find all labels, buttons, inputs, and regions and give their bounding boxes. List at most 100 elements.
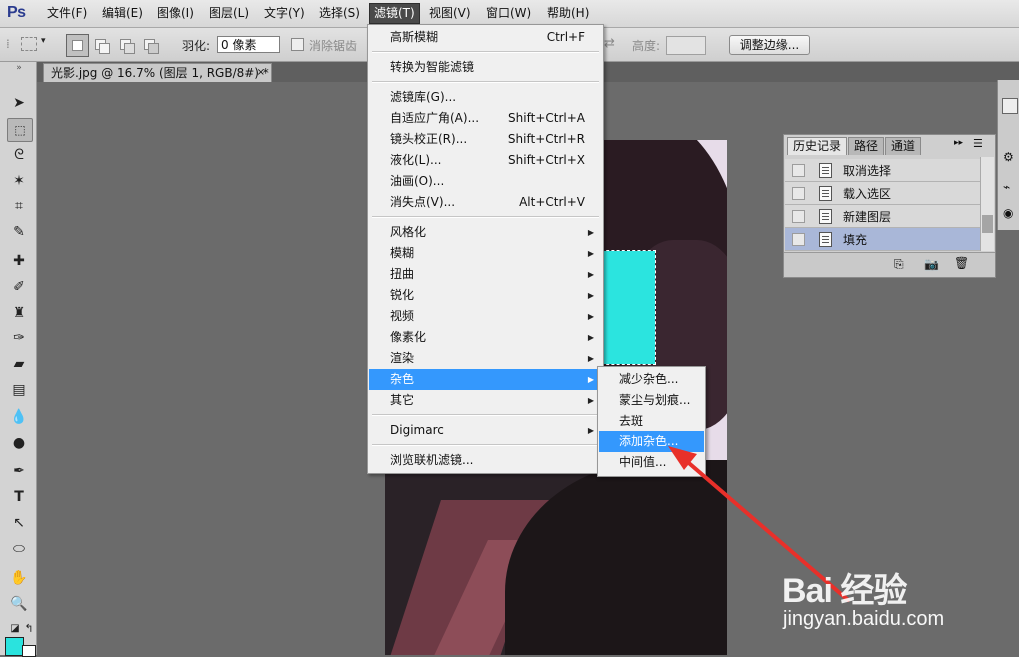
blur-tool-icon[interactable]: 💧 (7, 406, 31, 428)
history-snapshot-checkbox[interactable] (792, 164, 805, 177)
filter-distort[interactable]: 扭曲 ▶ (369, 264, 602, 285)
filter-last-gaussian-blur[interactable]: 高斯模糊 Ctrl+F (369, 27, 602, 48)
filter-video[interactable]: 视频 ▶ (369, 306, 602, 327)
filter-adaptive-wide-angle[interactable]: 自适应广角(A)... Shift+Ctrl+A (369, 108, 602, 129)
trash-icon[interactable]: 🗑 (954, 256, 969, 270)
noise-add-noise[interactable]: 添加杂色... (599, 431, 704, 452)
filter-convert-smart[interactable]: 转换为智能滤镜 (369, 57, 602, 78)
noise-reduce[interactable]: 减少杂色... (599, 369, 704, 390)
filter-gallery[interactable]: 滤镜库(G)... (369, 87, 602, 108)
submenu-arrow-icon: ▶ (587, 312, 594, 321)
paths-icon[interactable]: ⌁ (1003, 180, 1010, 194)
feather-input[interactable]: 0 像素 (217, 36, 280, 53)
filter-liquify[interactable]: 液化(L)... Shift+Ctrl+X (369, 150, 602, 171)
path-selection-tool-icon[interactable]: ↖ (7, 512, 31, 534)
filter-menu: 高斯模糊 Ctrl+F 转换为智能滤镜 滤镜库(G)... 自适应广角(A)...… (367, 24, 604, 474)
filter-render[interactable]: 渲染 ▶ (369, 348, 602, 369)
history-snapshot-checkbox[interactable] (792, 187, 805, 200)
filter-blur[interactable]: 模糊 ▶ (369, 243, 602, 264)
properties-icon[interactable]: ⚙ (1003, 150, 1014, 164)
pen-tool-icon[interactable]: ✒ (7, 460, 31, 482)
filter-browse-online[interactable]: 浏览联机滤镜... (369, 450, 602, 471)
swap-icon[interactable]: ⇄ (604, 36, 615, 51)
menu-window[interactable]: 窗口(W) (482, 4, 535, 23)
grip-icon: ⁞ (6, 37, 10, 51)
menu-help[interactable]: 帮助(H) (543, 4, 593, 23)
tab-channels[interactable]: 通道 (885, 137, 922, 155)
history-state[interactable]: 载入选区 (785, 182, 980, 205)
move-tool-icon[interactable]: ➤ (7, 92, 31, 114)
watermark-logo: Bai 经验 (782, 572, 907, 610)
submenu-arrow-icon: ▶ (587, 291, 594, 300)
camera-icon[interactable]: 📷 (924, 257, 939, 271)
tab-paths[interactable]: 路径 (848, 137, 885, 155)
filter-sharpen[interactable]: 锐化 ▶ (369, 285, 602, 306)
filter-oil-paint[interactable]: 油画(O)... (369, 171, 602, 192)
document-tab[interactable]: 光影.jpg @ 16.7% (图层 1, RGB/8#) * × (43, 63, 272, 82)
refine-edge-button[interactable]: 调整边缘... (729, 35, 810, 55)
close-icon[interactable]: × (257, 64, 265, 82)
add-to-selection-icon (99, 43, 110, 54)
history-state-current[interactable]: 填充 (785, 228, 980, 251)
tab-history[interactable]: 历史记录 (787, 137, 848, 155)
3d-icon[interactable]: ◉ (1003, 206, 1013, 220)
filter-stylize[interactable]: 风格化 ▶ (369, 222, 602, 243)
preset-dropdown-icon[interactable]: ▾ (41, 36, 46, 46)
marquee-tool-preset-icon[interactable] (21, 37, 37, 51)
eraser-tool-icon[interactable]: ▰ (7, 353, 31, 375)
type-tool-icon[interactable]: T (7, 486, 31, 508)
rectangular-marquee-tool-icon[interactable]: ⬚ (7, 118, 33, 142)
noise-dust-scratches[interactable]: 蒙尘与划痕... (599, 390, 704, 411)
panel-menu-icon[interactable]: ☰ (973, 137, 983, 150)
hand-tool-icon[interactable]: ✋ (7, 567, 31, 589)
history-panel-icon[interactable] (1002, 98, 1018, 114)
new-document-from-state-icon[interactable]: ⎘ (894, 257, 904, 272)
lasso-tool-icon[interactable]: ᘓ (7, 144, 31, 166)
zoom-tool-icon[interactable]: 🔍 (7, 593, 31, 615)
menu-view[interactable]: 视图(V) (425, 4, 475, 23)
noise-despeckle[interactable]: 去斑 (599, 411, 704, 432)
menu-separator (372, 81, 599, 83)
menu-image[interactable]: 图像(I) (153, 4, 198, 23)
antialias-checkbox[interactable] (291, 38, 304, 51)
history-snapshot-checkbox[interactable] (792, 233, 805, 246)
scrollbar-thumb[interactable] (982, 215, 993, 233)
history-brush-tool-icon[interactable]: ✑ (7, 327, 31, 349)
noise-median[interactable]: 中间值... (599, 452, 704, 473)
clone-stamp-tool-icon[interactable]: ♜ (7, 302, 31, 324)
filter-pixelate[interactable]: 像素化 ▶ (369, 327, 602, 348)
menu-edit[interactable]: 编辑(E) (98, 4, 147, 23)
filter-vanishing-point[interactable]: 消失点(V)... Alt+Ctrl+V (369, 192, 602, 213)
quick-selection-tool-icon[interactable]: ✶ (7, 170, 31, 192)
history-state-label: 载入选区 (843, 187, 892, 201)
submenu-arrow-icon: ▶ (587, 333, 594, 342)
filter-other[interactable]: 其它 ▶ (369, 390, 602, 411)
menu-filter[interactable]: 滤镜(T) (369, 3, 420, 24)
healing-brush-tool-icon[interactable]: ✚ (7, 250, 31, 272)
submenu-arrow-icon: ▶ (587, 375, 594, 384)
filter-digimarc[interactable]: Digimarc ▶ (369, 420, 602, 441)
gradient-tool-icon[interactable]: ▤ (7, 379, 31, 401)
history-state[interactable]: 取消选择 (785, 159, 980, 182)
height-input[interactable] (666, 36, 706, 55)
background-color-swatch[interactable] (22, 645, 36, 657)
menu-layer[interactable]: 图层(L) (205, 4, 253, 23)
ellipse-tool-icon[interactable]: ⬭ (7, 538, 31, 560)
history-state[interactable]: 新建图层 (785, 205, 980, 228)
menu-select[interactable]: 选择(S) (315, 4, 364, 23)
eyedropper-tool-icon[interactable]: ✎ (7, 221, 31, 243)
history-state-icon (819, 163, 832, 178)
collapse-icon[interactable]: » (7, 62, 31, 74)
history-snapshot-checkbox[interactable] (792, 210, 805, 223)
panel-expand-icon[interactable]: ▸▸ (954, 138, 963, 148)
menu-type[interactable]: 文字(Y) (260, 4, 309, 23)
filter-noise[interactable]: 杂色 ▶ (369, 369, 602, 390)
crop-tool-icon[interactable]: ⌗ (7, 195, 31, 217)
menu-separator (372, 444, 599, 446)
submenu-arrow-icon: ▶ (587, 396, 594, 405)
menu-file[interactable]: 文件(F) (43, 4, 91, 23)
brush-tool-icon[interactable]: ✐ (7, 276, 31, 298)
filter-lens-correction[interactable]: 镜头校正(R)... Shift+Ctrl+R (369, 129, 602, 150)
dodge-tool-icon[interactable]: ● (7, 432, 31, 454)
history-scrollbar[interactable] (980, 157, 994, 251)
